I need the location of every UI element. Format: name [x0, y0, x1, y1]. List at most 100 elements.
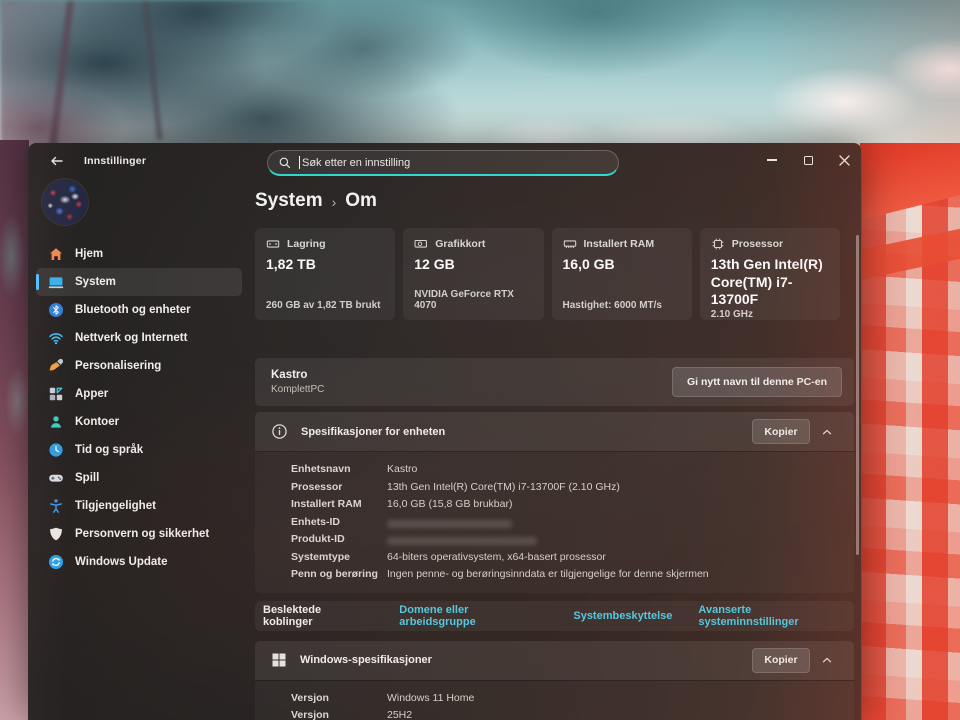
sidebar-item-system[interactable]: System [36, 268, 242, 296]
spec-row: Versjon Windows 11 Home [291, 691, 475, 704]
sidebar-item-label: Apper [75, 388, 109, 400]
back-arrow-icon [51, 156, 63, 166]
selected-indicator [36, 274, 39, 290]
sidebar-item-nettverk[interactable]: Nettverk og Internett [36, 324, 242, 352]
card-value: 12 GB [414, 256, 455, 272]
sidebar-nav: Hjem System Bluetooth og enheter Nettver… [36, 240, 242, 576]
accessibility-icon [48, 498, 64, 514]
breadcrumb-separator-icon: › [331, 193, 337, 210]
spec-row: Produkt-ID [291, 531, 844, 549]
apps-icon [48, 386, 64, 402]
sidebar-item-label: Personalisering [75, 360, 162, 372]
rename-pc-button[interactable]: Gi nytt navn til denne PC-en [671, 367, 842, 397]
accounts-icon [48, 414, 64, 430]
ram-icon [563, 240, 576, 248]
card-title: Grafikkort [435, 238, 486, 250]
maximize-icon [803, 155, 813, 165]
sidebar-item-windows-update[interactable]: Windows Update [36, 548, 242, 576]
card-cpu[interactable]: Prosessor 13th Gen Intel(R) Core(TM) i7-… [699, 228, 840, 320]
spec-row: Prosessor 13th Gen Intel(R) Core(TM) i7-1… [291, 480, 620, 493]
gaming-icon [48, 470, 64, 486]
settings-window: Innstillinger Søk etter en innstilling H… [28, 143, 862, 720]
summary-cards: Lagring 1,82 TB 260 GB av 1,82 TB brukt … [255, 228, 840, 320]
sidebar-item-spill[interactable]: Spill [36, 464, 242, 492]
card-gpu[interactable]: Grafikkort 12 GB NVIDIA GeForce RTX 4070 [403, 228, 544, 320]
sidebar-item-tilgjengelighet[interactable]: Tilgjengelighet [36, 492, 242, 520]
windows-specs-section: Windows-spesifikasjoner Kopier Versjon Wi… [255, 640, 854, 720]
card-detail: NVIDIA GeForce RTX 4070 [414, 289, 514, 311]
device-specs-body: Enhetsnavn Kastro Prosessor 13th Gen Intel… [255, 452, 854, 593]
card-title: Prosessor [731, 238, 784, 250]
scrollbar[interactable] [856, 235, 859, 555]
sidebar-item-personvern[interactable]: Personvern og sikkerhet [36, 520, 242, 548]
home-icon [48, 246, 64, 262]
sidebar-item-hjem[interactable]: Hjem [36, 240, 242, 268]
wallpaper-left-edge [0, 140, 29, 720]
maximize-button[interactable] [790, 143, 826, 177]
related-links-title: Beslektede koblinger [263, 603, 322, 628]
page-title: Om [345, 190, 377, 211]
time-language-icon [48, 442, 64, 458]
spec-row: Systemtype 64-biters operativsystem, x64-… [291, 550, 606, 563]
bluetooth-icon [48, 302, 64, 318]
link-domain-workgroup[interactable]: Domene eller arbeidsgruppe [399, 604, 547, 628]
sidebar-item-apper[interactable]: Apper [36, 380, 242, 408]
window-title: Innstillinger [84, 155, 147, 167]
chevron-up-icon [822, 657, 832, 663]
search-icon [278, 156, 292, 170]
section-title: Windows-spesifikasjoner [300, 654, 432, 666]
sidebar-item-label: Tid og språk [75, 444, 144, 456]
spec-row: Enhets-ID [291, 514, 844, 532]
link-advanced-system-settings[interactable]: Avanserte systeminnstillinger [698, 604, 854, 628]
link-system-protection[interactable]: Systembeskyttelse [573, 610, 672, 622]
search-input[interactable]: Søk etter en innstilling [267, 150, 619, 176]
spec-row: Enhetsnavn Kastro [291, 463, 418, 475]
copy-button[interactable]: Kopier [752, 419, 810, 444]
sidebar-item-label: Bluetooth og enheter [75, 304, 191, 316]
sidebar-item-label: Kontoer [75, 416, 120, 428]
window-controls [754, 143, 862, 177]
card-value: 13th Gen Intel(R) Core(TM) i7-13700F [710, 256, 823, 307]
wallpaper-torii-gate [860, 143, 960, 720]
redacted-value [387, 537, 537, 546]
sidebar-item-label: Tilgjengelighet [75, 500, 156, 512]
card-ram[interactable]: Installert RAM 16,0 GB Hastighet: 6000 M… [551, 228, 692, 320]
windows-update-icon [48, 554, 64, 570]
card-detail: Hastighet: 6000 MT/s [562, 300, 662, 311]
sidebar-item-bluetooth[interactable]: Bluetooth og enheter [36, 296, 242, 324]
redacted-value [387, 519, 512, 528]
card-value: 1,82 TB [266, 256, 316, 272]
system-icon [48, 274, 64, 290]
sidebar-item-personalisering[interactable]: Personalisering [36, 352, 242, 380]
avatar[interactable] [42, 179, 88, 225]
device-specs-header[interactable]: Spesifikasjoner for enheten Kopier [255, 412, 854, 452]
card-title: Lagring [287, 238, 326, 250]
sidebar-item-label: Nettverk og Internett [75, 332, 188, 344]
device-name-row: Kastro KomplettPC Gi nytt navn til denne… [255, 358, 854, 406]
chevron-up-icon [822, 429, 832, 434]
sidebar-item-kontoer[interactable]: Kontoer [36, 408, 242, 436]
text-cursor [299, 156, 300, 169]
sidebar: Hjem System Bluetooth og enheter Nettver… [28, 179, 255, 720]
minimize-button[interactable] [754, 143, 790, 177]
back-button[interactable] [42, 148, 72, 174]
sidebar-item-label: Hjem [75, 248, 104, 260]
sidebar-item-label: System [75, 276, 116, 288]
close-button[interactable] [826, 143, 862, 177]
sidebar-item-label: Personvern og sikkerhet [75, 528, 210, 540]
breadcrumb-parent[interactable]: System [255, 190, 323, 212]
collapse-button[interactable] [810, 419, 844, 444]
section-title: Spesifikasjoner for enheten [301, 425, 446, 438]
gpu-icon [414, 239, 428, 248]
copy-button[interactable]: Kopier [752, 647, 810, 673]
card-storage[interactable]: Lagring 1,82 TB 260 GB av 1,82 TB brukt [255, 228, 396, 320]
sidebar-item-label: Spill [75, 472, 100, 484]
card-detail: 260 GB av 1,82 TB brukt [266, 300, 381, 311]
card-detail: 2.10 GHz [710, 308, 753, 320]
windows-specs-header[interactable]: Windows-spesifikasjoner Kopier [255, 640, 854, 681]
sidebar-item-tid-og-sprak[interactable]: Tid og språk [36, 436, 242, 464]
minimize-icon [767, 159, 777, 161]
storage-icon [266, 240, 280, 248]
privacy-icon [48, 526, 64, 542]
collapse-button[interactable] [810, 648, 844, 673]
